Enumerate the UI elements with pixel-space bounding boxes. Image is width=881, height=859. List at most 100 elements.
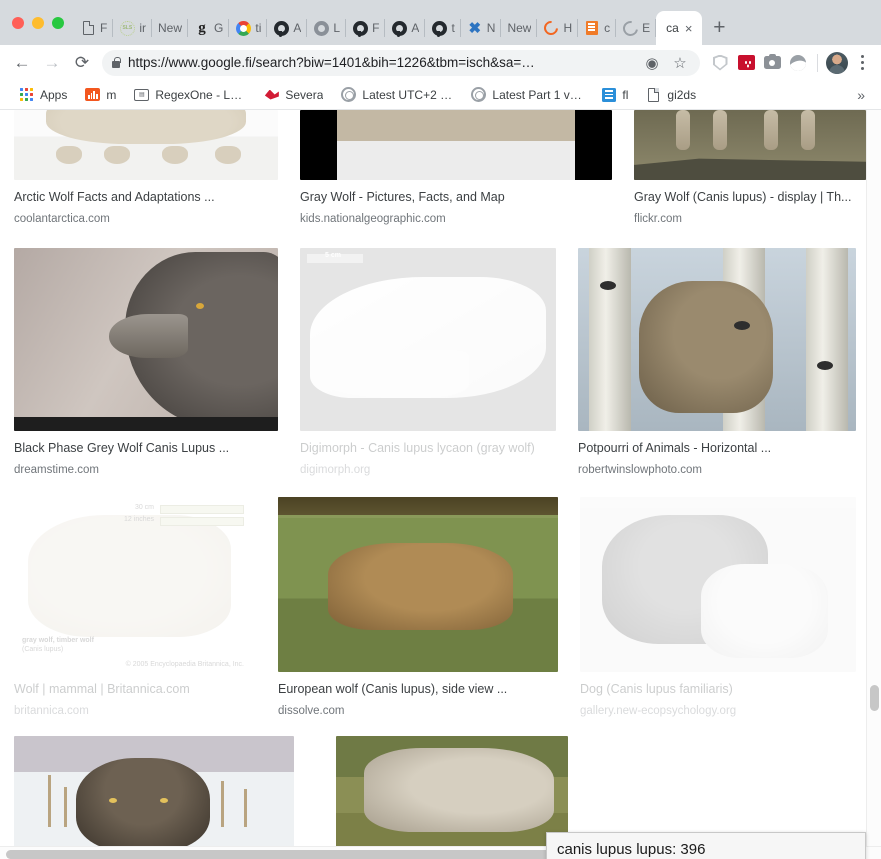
bookmark-item[interactable]: Latest UTC+2 EU … bbox=[332, 83, 462, 107]
bookmark-label: Apps bbox=[40, 87, 68, 102]
vertical-scrollbar-thumb[interactable] bbox=[870, 685, 879, 711]
shield-icon[interactable] bbox=[708, 50, 732, 76]
image-result-card[interactable]: Black Phase Grey Wolf Canis Lupus ... dr… bbox=[14, 248, 278, 477]
tab-label: c bbox=[604, 21, 611, 35]
image-result-card[interactable]: Dog (Canis lupus familiaris) gallery.new… bbox=[580, 497, 856, 718]
result-thumbnail[interactable] bbox=[336, 736, 568, 856]
kebab-menu-icon[interactable] bbox=[851, 50, 873, 76]
result-title[interactable]: Arctic Wolf Facts and Adaptations ... bbox=[14, 189, 278, 205]
maximize-window-button[interactable] bbox=[52, 16, 64, 29]
tab-label: ca bbox=[666, 21, 679, 35]
browser-tab[interactable]: L bbox=[307, 11, 347, 45]
image-result-card[interactable]: 30 cm 12 inches gray wolf, timber wolf (… bbox=[14, 497, 250, 718]
browser-tab-active[interactable]: ca × bbox=[656, 11, 703, 45]
result-thumbnail[interactable]: 30 cm 12 inches gray wolf, timber wolf (… bbox=[14, 497, 250, 672]
result-title[interactable]: Digimorph - Canis lupus lycaon (gray wol… bbox=[300, 440, 556, 456]
result-domain: gallery.new-ecopsychology.org bbox=[580, 705, 737, 717]
browser-tab[interactable]: ti bbox=[229, 11, 268, 45]
bookmark-item[interactable]: m bbox=[76, 83, 125, 107]
new-tab-button[interactable]: + bbox=[702, 11, 736, 45]
window-traffic-lights bbox=[8, 0, 74, 45]
result-title[interactable]: Wolf | mammal | Britannica.com bbox=[14, 681, 250, 697]
result-thumbnail[interactable] bbox=[634, 110, 866, 180]
tab-label: ti bbox=[255, 21, 262, 35]
bookmark-item[interactable]: fl bbox=[592, 83, 637, 107]
result-domain: kids.nationalgeographic.com bbox=[300, 213, 446, 225]
result-thumbnail[interactable]: 5 cm bbox=[300, 248, 556, 431]
tab-label: F bbox=[372, 21, 380, 35]
browser-tab[interactable]: F bbox=[346, 11, 386, 45]
image-result-card[interactable]: European wolf (Canis lupus), side view .… bbox=[278, 497, 558, 718]
image-result-card[interactable] bbox=[336, 736, 568, 856]
image-result-card[interactable]: Arctic Wolf Facts and Adaptations ... co… bbox=[14, 110, 278, 226]
result-thumbnail[interactable] bbox=[300, 110, 612, 180]
image-result-card[interactable]: Gray Wolf (Canis lupus) - display | Th..… bbox=[634, 110, 866, 226]
result-title[interactable]: Gray Wolf (Canis lupus) - display | Th..… bbox=[634, 189, 866, 205]
result-thumbnail[interactable] bbox=[580, 497, 856, 672]
browser-tab[interactable]: t bbox=[425, 11, 461, 45]
bookmark-item[interactable]: ▤ RegexOne - Learn… bbox=[125, 83, 255, 107]
result-title[interactable]: Black Phase Grey Wolf Canis Lupus ... bbox=[14, 440, 278, 456]
close-tab-icon[interactable]: × bbox=[685, 22, 693, 35]
result-title[interactable]: European wolf (Canis lupus), side view .… bbox=[278, 681, 558, 697]
browser-tab-strip: F SLS ir New g G ti A L F A t ✖ N New H … bbox=[0, 0, 881, 45]
blue-doc-icon bbox=[601, 87, 616, 102]
bookmarks-bar: Apps m ▤ RegexOne - Learn… Severa Latest… bbox=[0, 80, 881, 110]
result-title[interactable]: Dog (Canis lupus familiaris) bbox=[580, 681, 856, 697]
avatar[interactable] bbox=[825, 50, 849, 76]
result-title[interactable]: Potpourri of Animals - Horizontal ... bbox=[578, 440, 856, 456]
browser-tab[interactable]: A bbox=[385, 11, 426, 45]
document-icon bbox=[80, 20, 96, 36]
result-thumbnail[interactable] bbox=[14, 110, 278, 180]
tab-label: A bbox=[293, 21, 302, 35]
document-icon bbox=[646, 87, 661, 102]
browser-tab[interactable]: E bbox=[616, 11, 657, 45]
bookmark-item[interactable]: gi2ds bbox=[637, 83, 705, 107]
browser-tab[interactable]: New bbox=[152, 11, 189, 45]
bookmarks-overflow-icon[interactable]: » bbox=[851, 87, 871, 103]
regexone-icon: ▤ bbox=[134, 87, 150, 102]
image-result-card[interactable]: 5 cm Digimorph - Canis lupus lycaon (gra… bbox=[300, 248, 556, 477]
red-badge-icon[interactable] bbox=[734, 50, 758, 76]
image-result-card[interactable]: Gray Wolf - Pictures, Facts, and Map kid… bbox=[300, 110, 612, 226]
book-icon bbox=[584, 20, 600, 36]
lock-icon bbox=[112, 56, 121, 68]
browser-tab[interactable]: H bbox=[537, 11, 579, 45]
image-result-card[interactable] bbox=[14, 736, 294, 856]
browser-tab[interactable]: g G bbox=[188, 11, 230, 45]
browser-tab[interactable]: SLS ir bbox=[113, 11, 153, 45]
browser-tab[interactable]: c bbox=[578, 11, 617, 45]
tab-label: A bbox=[411, 21, 420, 35]
bookmark-item[interactable]: Severa bbox=[255, 83, 332, 107]
toolbar-divider bbox=[817, 53, 818, 72]
browser-tab[interactable]: New bbox=[501, 11, 538, 45]
address-bar[interactable]: https://www.google.fi/search?biw=1401&bi… bbox=[102, 49, 700, 76]
result-thumbnail[interactable] bbox=[578, 248, 856, 431]
camera-icon[interactable] bbox=[760, 50, 784, 76]
result-thumbnail[interactable] bbox=[14, 736, 294, 856]
back-button[interactable]: ← bbox=[8, 49, 36, 77]
bookmark-star-icon[interactable]: ☆ bbox=[670, 53, 690, 73]
pocket-icon[interactable] bbox=[786, 50, 810, 76]
c-ring-icon bbox=[619, 17, 641, 39]
minimize-window-button[interactable] bbox=[32, 16, 44, 29]
vertical-scrollbar[interactable] bbox=[866, 110, 881, 846]
close-window-button[interactable] bbox=[12, 16, 24, 29]
tab-label: t bbox=[451, 21, 455, 35]
result-thumbnail[interactable] bbox=[14, 248, 278, 431]
reload-button[interactable]: ⟳ bbox=[68, 49, 96, 77]
browser-tab[interactable]: F bbox=[74, 11, 114, 45]
result-thumbnail[interactable] bbox=[278, 497, 558, 672]
brit-copyright: © 2005 Encyclopaedia Britannica, Inc. bbox=[125, 661, 244, 668]
forward-button[interactable]: → bbox=[38, 49, 66, 77]
bookmark-item[interactable]: Latest Part 1 v3 to… bbox=[462, 83, 592, 107]
browser-tab[interactable]: ✖ N bbox=[461, 11, 502, 45]
image-result-card[interactable]: Potpourri of Animals - Horizontal ... ro… bbox=[578, 248, 856, 477]
browser-tab[interactable]: A bbox=[267, 11, 308, 45]
page-content: Arctic Wolf Facts and Adaptations ... co… bbox=[0, 110, 881, 859]
github-icon bbox=[391, 20, 407, 37]
bookmark-apps[interactable]: Apps bbox=[10, 83, 76, 107]
brit-caption-species: (Canis lupus) bbox=[22, 646, 64, 653]
target-icon[interactable]: ◉ bbox=[642, 53, 662, 73]
result-title[interactable]: Gray Wolf - Pictures, Facts, and Map bbox=[300, 189, 612, 205]
